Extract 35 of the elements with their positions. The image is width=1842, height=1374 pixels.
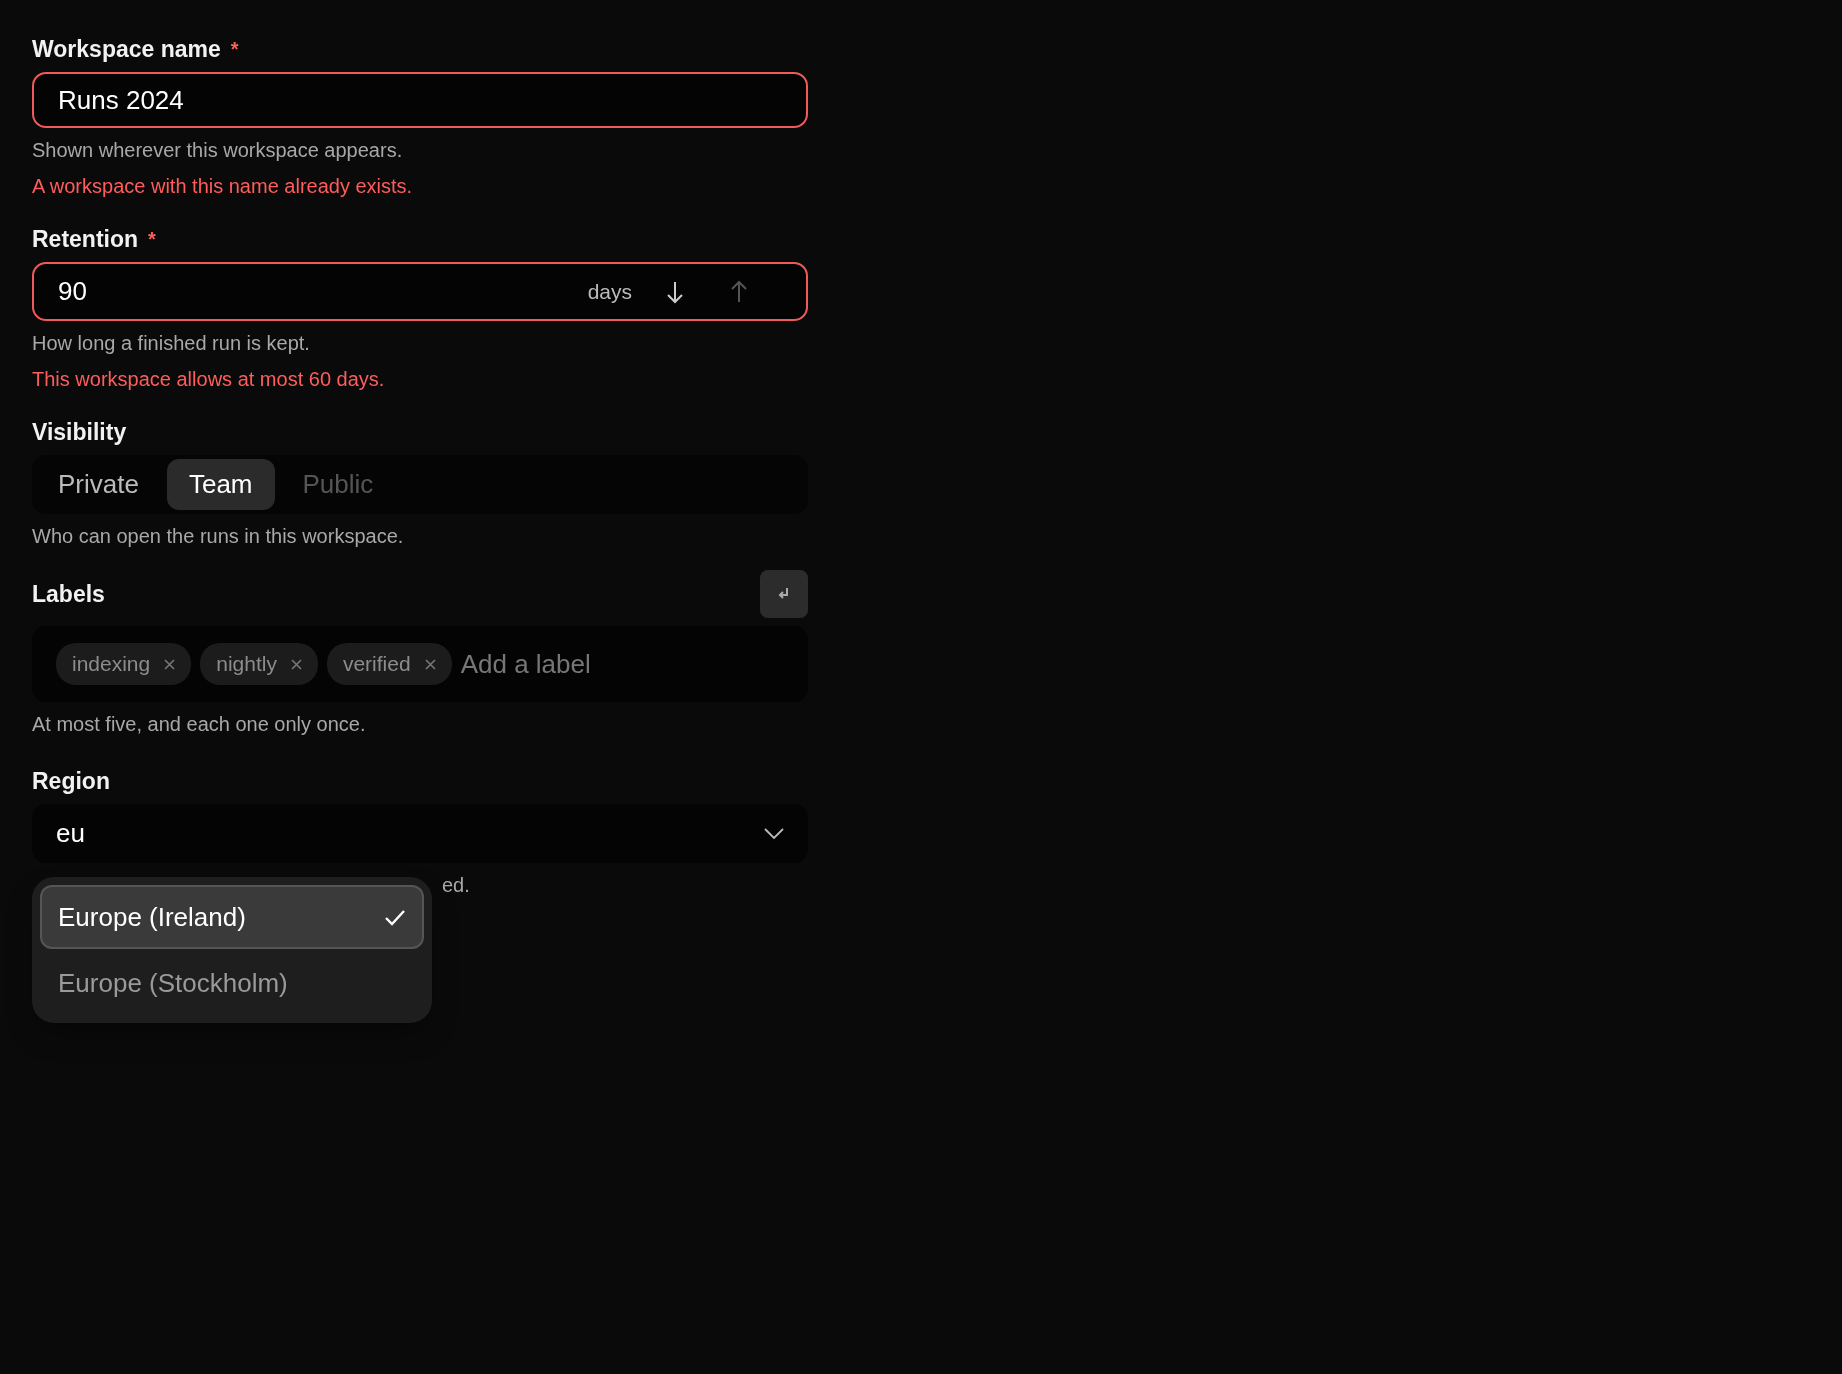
tag-text: verified [342,652,411,676]
required-mark: * [230,37,239,61]
field-label: Retention [32,225,139,253]
field-label: Visibility [32,418,127,446]
segment-tab[interactable]: Team [166,459,275,510]
field-label: Workspace name [32,35,221,63]
checkmark-icon [384,908,406,926]
tag-text: indexing [72,652,151,676]
field-label: Labels [32,580,105,608]
hint-text: Who can open the runs in this workspace. [32,524,405,548]
unit-text: days [587,279,632,304]
number-field[interactable]: 90 days [32,262,808,321]
required-mark: * [148,227,156,251]
hint-text: Shown wherever this workspace appears. [32,138,404,162]
error-text: This workspace allows at most 60 days. [32,367,386,391]
return-icon [777,587,791,601]
field-label: Region [32,767,110,795]
chevron-down-icon [764,828,784,839]
error-text: A workspace with this name already exists. [32,174,414,198]
hint-text: ed. [442,874,470,896]
segment-tab[interactable]: Private [36,459,161,510]
close-icon[interactable] [164,658,176,670]
up-arrow-icon [730,279,748,304]
hint-text: At most five, and each one only once. [32,712,367,736]
select-field[interactable]: eu [32,804,808,863]
close-icon[interactable] [424,658,436,670]
close-icon[interactable] [290,658,302,670]
text-field[interactable]: Runs 2024 [32,72,808,128]
down-arrow-icon [666,279,684,304]
menu-option[interactable]: Europe (Stockholm) [40,951,424,1015]
tag-field[interactable]: indexing nightly verified Add a label [32,626,808,702]
tag-text: nightly [216,652,277,676]
hint-text: How long a finished run is kept. [32,331,311,355]
select-value: eu [56,818,85,849]
menu-option[interactable]: Europe (Ireland) [40,885,424,949]
